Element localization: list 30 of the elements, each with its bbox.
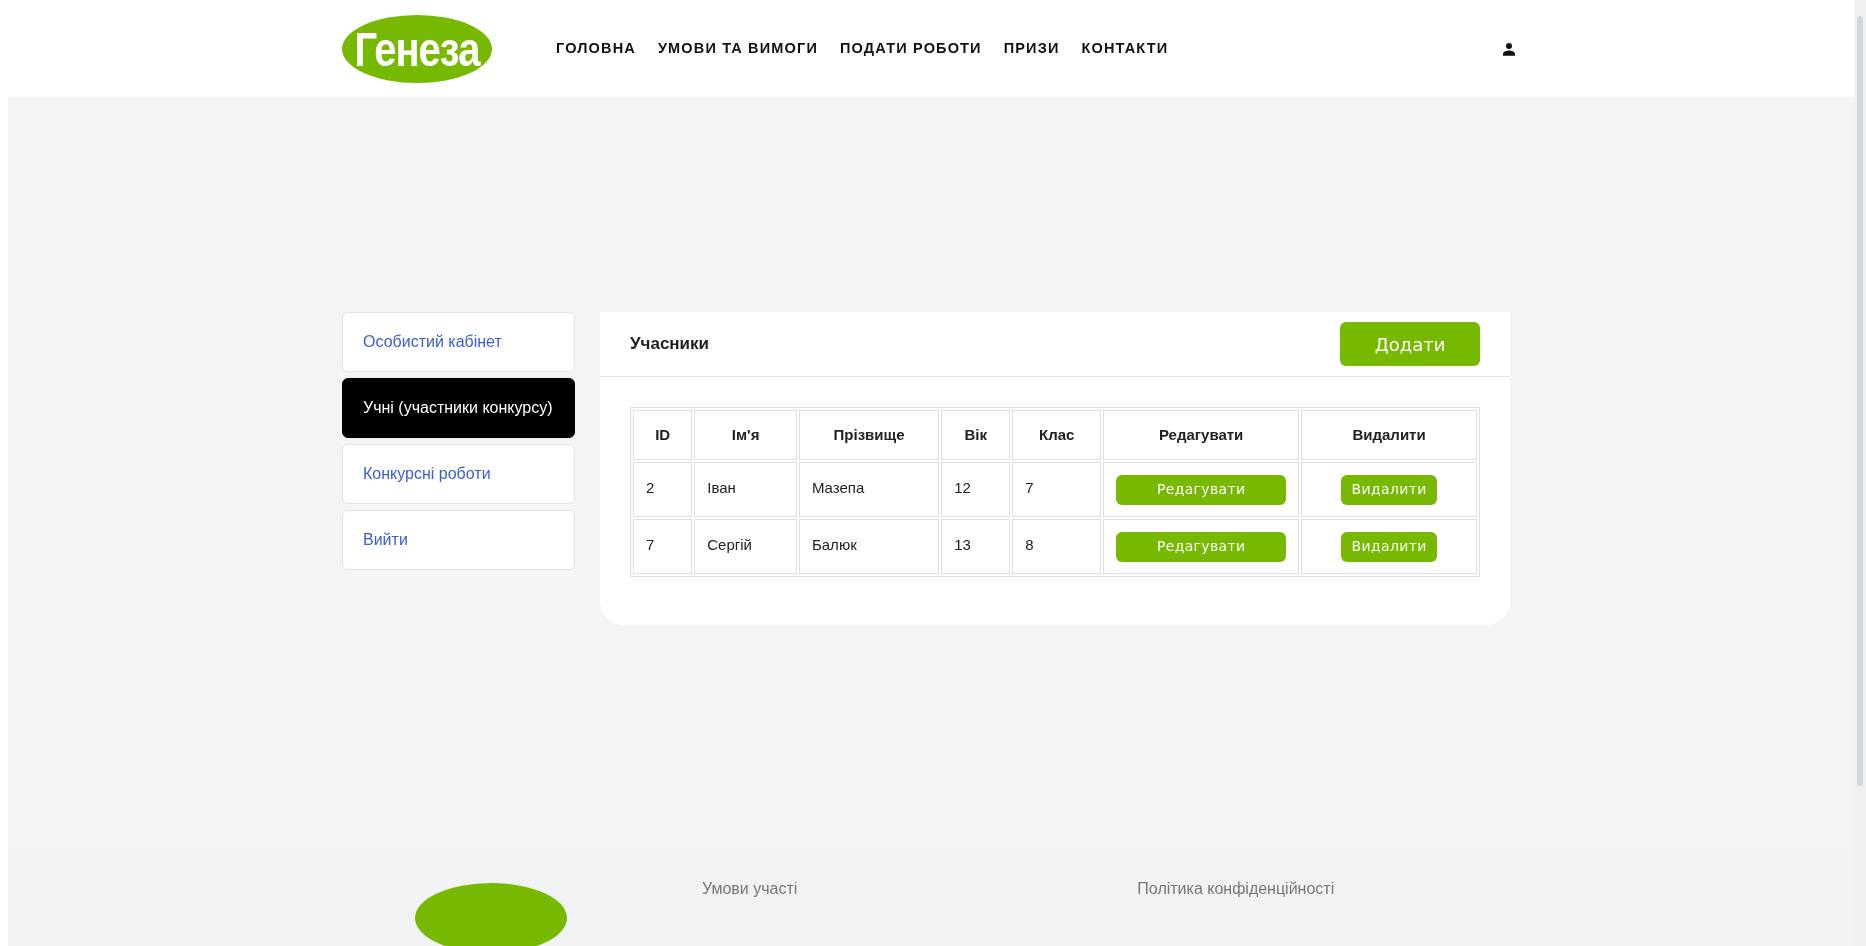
nav-link[interactable]: ПРИЗИ	[1003, 37, 1060, 60]
column-header: Редагувати	[1103, 410, 1300, 460]
table-cell: Мазепа	[798, 462, 940, 517]
footer-link[interactable]: Політика конфіденційності	[1137, 877, 1335, 901]
column-header: ID	[633, 410, 693, 460]
table-cell: 13	[941, 519, 1011, 574]
nav-link[interactable]: ГОЛОВНА	[556, 37, 636, 60]
scrollbar[interactable]	[1854, 0, 1866, 946]
table-cell: Балюк	[798, 519, 940, 574]
nav-link[interactable]: КОНТАКТИ	[1081, 37, 1169, 60]
sidebar-item[interactable]: Вийти	[342, 510, 575, 570]
nav-link[interactable]: ПОДАТИ РОБОТИ	[840, 37, 982, 60]
column-header: Прізвище	[798, 410, 940, 460]
column-header: Ім'я	[694, 410, 797, 460]
nav-link[interactable]: УМОВИ ТА ВИМОГИ	[657, 37, 818, 60]
table-cell: Сергій	[694, 519, 797, 574]
table-cell: 2	[633, 462, 693, 517]
table-cell: 7	[633, 519, 693, 574]
sidebar-item[interactable]: Конкурсні роботи	[342, 444, 575, 504]
table-cell: 8	[1012, 519, 1102, 574]
column-header: Видалити	[1301, 410, 1477, 460]
table-cell: 7	[1012, 462, 1102, 517]
column-header: Вік	[941, 410, 1011, 460]
panel-title: Учасники	[630, 333, 710, 356]
footer-link[interactable]: Умови участі	[702, 877, 798, 901]
table-cell: Іван	[694, 462, 797, 517]
table-cell: 12	[941, 462, 1011, 517]
column-header: Клас	[1012, 410, 1102, 460]
sidebar-item[interactable]: Особистий кабінет	[342, 312, 575, 372]
sidebar-item[interactable]: Учні (участники конкурсу)	[342, 378, 575, 438]
